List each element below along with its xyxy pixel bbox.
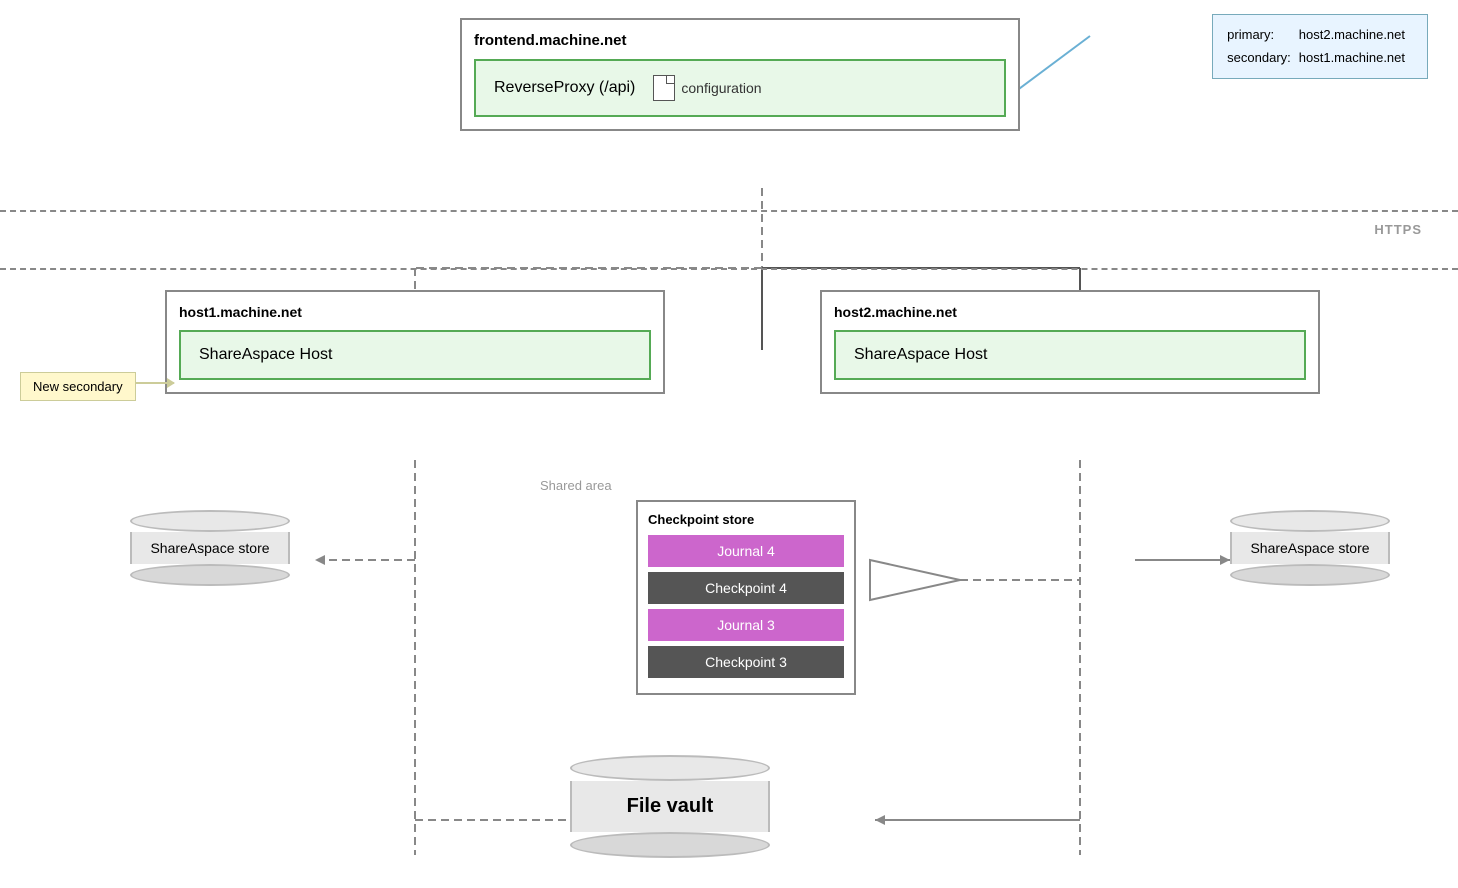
fv-bottom — [570, 832, 770, 858]
reverse-proxy-label: ReverseProxy (/api) — [494, 79, 635, 97]
new-secondary-label: New secondary — [20, 372, 136, 401]
dashed-line-top — [0, 210, 1458, 212]
checkpoint-store: Checkpoint store Journal 4 Checkpoint 4 … — [636, 500, 856, 695]
primary-value: host2.machine.net — [1299, 23, 1413, 46]
primary-label: primary: — [1227, 23, 1299, 46]
host1-service: ShareAspace Host — [179, 330, 651, 380]
db-store-right: ShareAspace store — [1230, 510, 1390, 586]
db-store-left: ShareAspace store — [130, 510, 290, 586]
frontend-box: frontend.machine.net ReverseProxy (/api)… — [460, 18, 1020, 131]
host1-title: host1.machine.net — [179, 304, 651, 320]
db-top-left — [130, 510, 290, 532]
info-box: primary: host2.machine.net secondary: ho… — [1212, 14, 1428, 79]
db-body-left: ShareAspace store — [130, 532, 290, 564]
config-label: configuration — [681, 80, 761, 96]
checkpoint-4-item: Checkpoint 4 — [648, 572, 844, 604]
checkpoint-store-title: Checkpoint store — [648, 512, 844, 527]
secondary-value: host1.machine.net — [1299, 46, 1413, 69]
file-vault: File vault — [570, 755, 770, 858]
db-body-right: ShareAspace store — [1230, 532, 1390, 564]
db-bottom-left — [130, 564, 290, 586]
new-secondary-arrow — [136, 382, 174, 384]
frontend-title: frontend.machine.net — [474, 32, 1006, 49]
fv-top — [570, 755, 770, 781]
db-bottom-right — [1230, 564, 1390, 586]
diagram-container: frontend.machine.net ReverseProxy (/api)… — [0, 0, 1458, 888]
host1-box: host1.machine.net ShareAspace Host — [165, 290, 665, 394]
secondary-label: secondary: — [1227, 46, 1299, 69]
db-top-right — [1230, 510, 1390, 532]
fv-body: File vault — [570, 781, 770, 832]
config-area: configuration — [653, 75, 761, 101]
shared-area-label: Shared area — [540, 478, 612, 493]
reverse-proxy-box: ReverseProxy (/api) configuration — [474, 59, 1006, 117]
host2-title: host2.machine.net — [834, 304, 1306, 320]
https-label: HTTPS — [1374, 222, 1422, 237]
journal-3-item: Journal 3 — [648, 609, 844, 641]
host2-box: host2.machine.net ShareAspace Host — [820, 290, 1320, 394]
doc-icon — [653, 75, 675, 101]
checkpoint-3-item: Checkpoint 3 — [648, 646, 844, 678]
dashed-line-bottom — [0, 268, 1458, 270]
journal-4-item: Journal 4 — [648, 535, 844, 567]
host2-service: ShareAspace Host — [834, 330, 1306, 380]
